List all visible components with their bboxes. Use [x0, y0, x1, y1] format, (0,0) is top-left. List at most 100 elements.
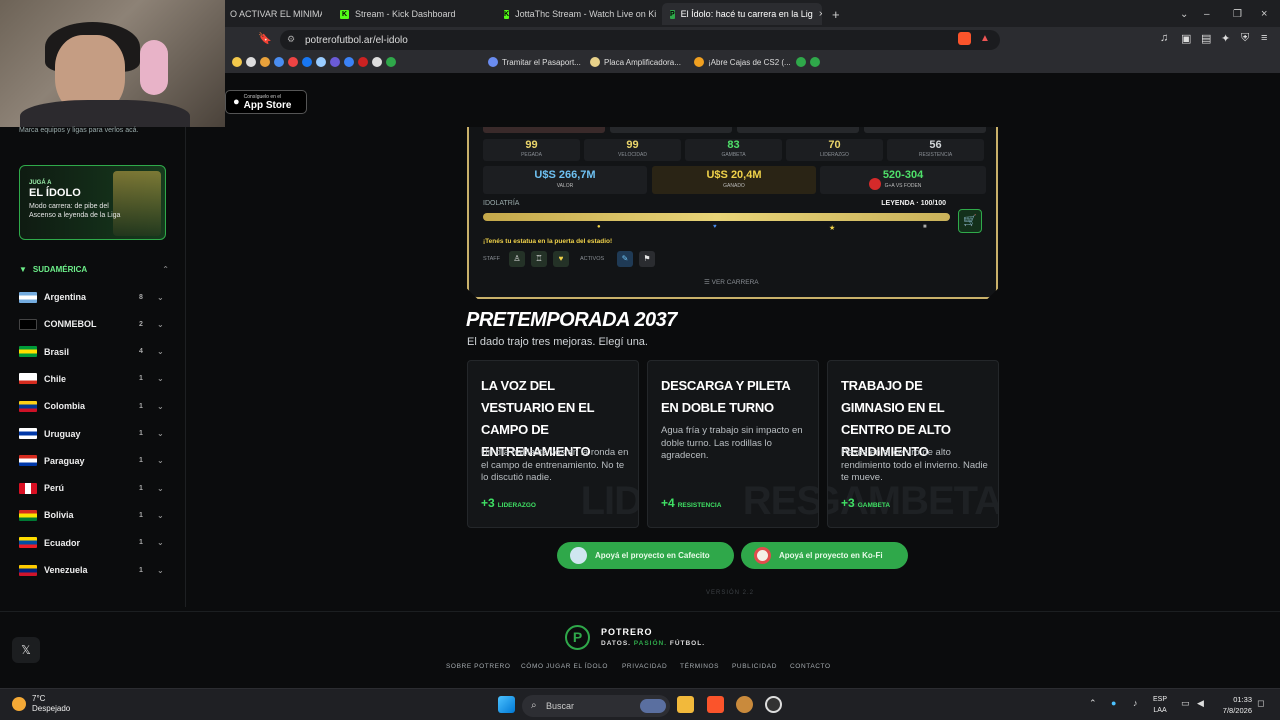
notification-icon[interactable]: ◻ [1257, 698, 1264, 709]
idolatria-label: IDOLATRÍA [483, 200, 520, 207]
tab-active[interactable]: P El Ídolo: hacé tu carrera en la Lig × [662, 3, 822, 25]
maximize-icon[interactable]: ❐ [1225, 3, 1250, 25]
sidebar-hint: Marca equipos y ligas para verlos acá. [19, 127, 139, 134]
tab-2[interactable]: K Stream - Kick Dashboard [332, 3, 492, 25]
country-name: Argentina [44, 292, 87, 302]
music-icon[interactable]: ♫ [1160, 32, 1168, 44]
country-item-colombia[interactable]: Colombia 1 ⌄ [19, 398, 166, 414]
chevron-down-icon[interactable]: ⌄ [1172, 3, 1196, 25]
bookmark-cajas[interactable]: ¡Abre Cajas de CS2 (... [694, 57, 791, 67]
stat-tab [610, 127, 732, 133]
valor-box: U$S 266,7M VALOR [483, 166, 647, 194]
country-item-chile[interactable]: Chile 1 ⌄ [19, 371, 166, 387]
chevron-up-icon: ⌃ [162, 264, 169, 274]
kick-icon: K [340, 9, 349, 19]
new-tab-button[interactable]: + [824, 3, 844, 25]
obs-icon[interactable] [765, 696, 782, 713]
tab-1[interactable]: O ACTIVAR EL MINIMAPA [222, 3, 322, 25]
chevron-up-icon[interactable]: ⌃ [1089, 698, 1097, 709]
bookmark-icon[interactable]: 🔖 [258, 32, 272, 45]
chevron-down-icon: ⌄ [157, 510, 164, 520]
country-name: Uruguay [44, 428, 81, 439]
volume-icon[interactable]: ◀ [1197, 698, 1204, 709]
menu-icon[interactable]: ≡ [1261, 32, 1267, 44]
microphone-icon[interactable]: ♪ [1133, 698, 1138, 708]
rewards-icon[interactable]: ▲ [980, 33, 990, 44]
language-indicator[interactable]: ESP LAA [1153, 694, 1167, 716]
country-item-conmebol[interactable]: CONMEBOL 2 ⌄ [19, 316, 166, 332]
url-input[interactable]: ⚙ potrerofutbol.ar/el-idolo [280, 30, 1000, 50]
bookmark-icons[interactable] [232, 57, 396, 67]
option-card-gambeta[interactable]: GAMBETA TRABAJO DE GIMNASIO EN EL CENTRO… [827, 360, 999, 528]
leo-icon[interactable]: ✦ [1221, 32, 1230, 45]
clock[interactable]: 01:33 7/8/2026 [1223, 694, 1252, 716]
footer-link-contacto[interactable]: CONTACTO [790, 663, 831, 670]
option-card-resistencia[interactable]: RES DESCARGA Y PILETA EN DOBLE TURNO Agu… [647, 360, 819, 528]
staff-chip-3[interactable]: ♥ [553, 251, 569, 267]
app-store-badge[interactable]: ● Consíguelo en el App Store [225, 90, 307, 114]
country-item-paraguay[interactable]: Paraguay 1 ⌄ [19, 453, 166, 469]
activos-label: ACTIVOS [580, 256, 605, 262]
sidebar-icon[interactable]: ▣ [1181, 32, 1191, 45]
country-item-argentina[interactable]: Argentina 8 ⌄ [19, 289, 166, 305]
country-item-perú[interactable]: Perú 1 ⌄ [19, 480, 166, 496]
bookmark-extra[interactable] [796, 57, 820, 67]
country-item-bolivia[interactable]: Bolivia 1 ⌄ [19, 507, 166, 523]
file-explorer-icon[interactable] [677, 696, 694, 713]
kofi-button[interactable]: Apoyá el proyecto en Ko-Fi [741, 542, 908, 569]
tray-icon[interactable]: ● [1111, 698, 1116, 708]
stat-resistencia: 56 RESISTENCIA [887, 139, 984, 161]
close-window-icon[interactable]: × [1253, 3, 1275, 25]
taskbar-search[interactable]: ⌕ Buscar [522, 695, 670, 717]
footer-link-privacidad[interactable]: PRIVACIDAD [622, 663, 667, 670]
network-icon[interactable]: ▭ [1181, 698, 1190, 709]
region-sudamerica[interactable]: ▼ SUDAMÉRICA ⌃ [19, 262, 169, 276]
cafecito-button[interactable]: Apoyá el proyecto en Cafecito [557, 542, 734, 569]
tab-3[interactable]: K JottaThc Stream - Watch Live on Kick [496, 3, 656, 25]
heart-icon: ♥ [713, 224, 717, 230]
promo-el-idolo[interactable]: JUGÁ A EL ÍDOLO Modo carrera: de pibe de… [19, 165, 166, 240]
chevron-down-icon: ⌄ [157, 347, 164, 357]
flag-icon [19, 509, 37, 521]
wallet-icon[interactable]: ▤ [1201, 32, 1211, 45]
country-item-ecuador[interactable]: Ecuador 1 ⌄ [19, 535, 166, 551]
option-card-liderazgo[interactable]: LID LA VOZ DEL VESTUARIO EN EL CAMPO DE … [467, 360, 639, 528]
staff-chip-2[interactable]: ♖ [531, 251, 547, 267]
potrero-logo[interactable]: P [565, 625, 590, 650]
footer-link-terminos[interactable]: TÉRMINOS [680, 663, 719, 670]
stat-liderazgo: 70 LIDERAZGO [786, 139, 883, 161]
country-count: 1 [139, 511, 143, 519]
activo-chip-1[interactable]: ✎ [617, 251, 633, 267]
bookmark-placa[interactable]: Placa Amplificadora... [590, 57, 681, 67]
stat-tab [864, 127, 986, 133]
country-item-uruguay[interactable]: Uruguay 1 ⌄ [19, 426, 166, 442]
close-icon[interactable]: × [819, 9, 822, 20]
country-count: 1 [139, 430, 143, 437]
option-title: DESCARGA Y PILETA EN DOBLE TURNO [661, 378, 791, 415]
footer-link-sobre[interactable]: SOBRE POTRERO [446, 663, 511, 670]
pretemporada-title: PRETEMPORADA 2037 [466, 309, 677, 331]
bookmark-pasaporte[interactable]: Tramitar el Pasaport... [488, 57, 581, 67]
minimize-icon[interactable]: – [1196, 3, 1218, 25]
ver-carrera-link[interactable]: ☰ VER CARRERA [704, 278, 759, 286]
activo-chip-2[interactable]: ⚑ [639, 251, 655, 267]
chevron-down-icon: ⌄ [157, 292, 164, 302]
footer-link-como-jugar[interactable]: CÓMO JUGAR EL ÍDOLO [521, 663, 608, 670]
site-info-icon[interactable]: ⚙ [287, 34, 295, 45]
flag-icon [19, 346, 37, 358]
vpn-icon[interactable]: ⛨ [1241, 32, 1249, 45]
country-item-brasil[interactable]: Brasil 4 ⌄ [19, 344, 166, 360]
pretemporada-subtitle: El dado trajo tres mejoras. Elegí una. [467, 336, 648, 348]
app-icon[interactable] [736, 696, 753, 713]
staff-chip-1[interactable]: ♙ [509, 251, 525, 267]
x-twitter-button[interactable]: 𝕏 [12, 637, 40, 663]
weather-widget[interactable]: 7°C Despejado [12, 694, 70, 714]
footer-link-publicidad[interactable]: PUBLICIDAD [732, 663, 777, 670]
chevron-down-icon: ⌄ [157, 401, 164, 411]
brave-browser-icon[interactable] [707, 696, 724, 713]
windows-start-icon[interactable] [498, 696, 515, 713]
shop-cart-button[interactable]: 🛒 [958, 209, 982, 233]
country-item-venezuela[interactable]: Venezuela 1 ⌄ [19, 562, 166, 578]
country-name: Perú [44, 483, 65, 494]
brave-shield-icon[interactable] [958, 32, 971, 45]
